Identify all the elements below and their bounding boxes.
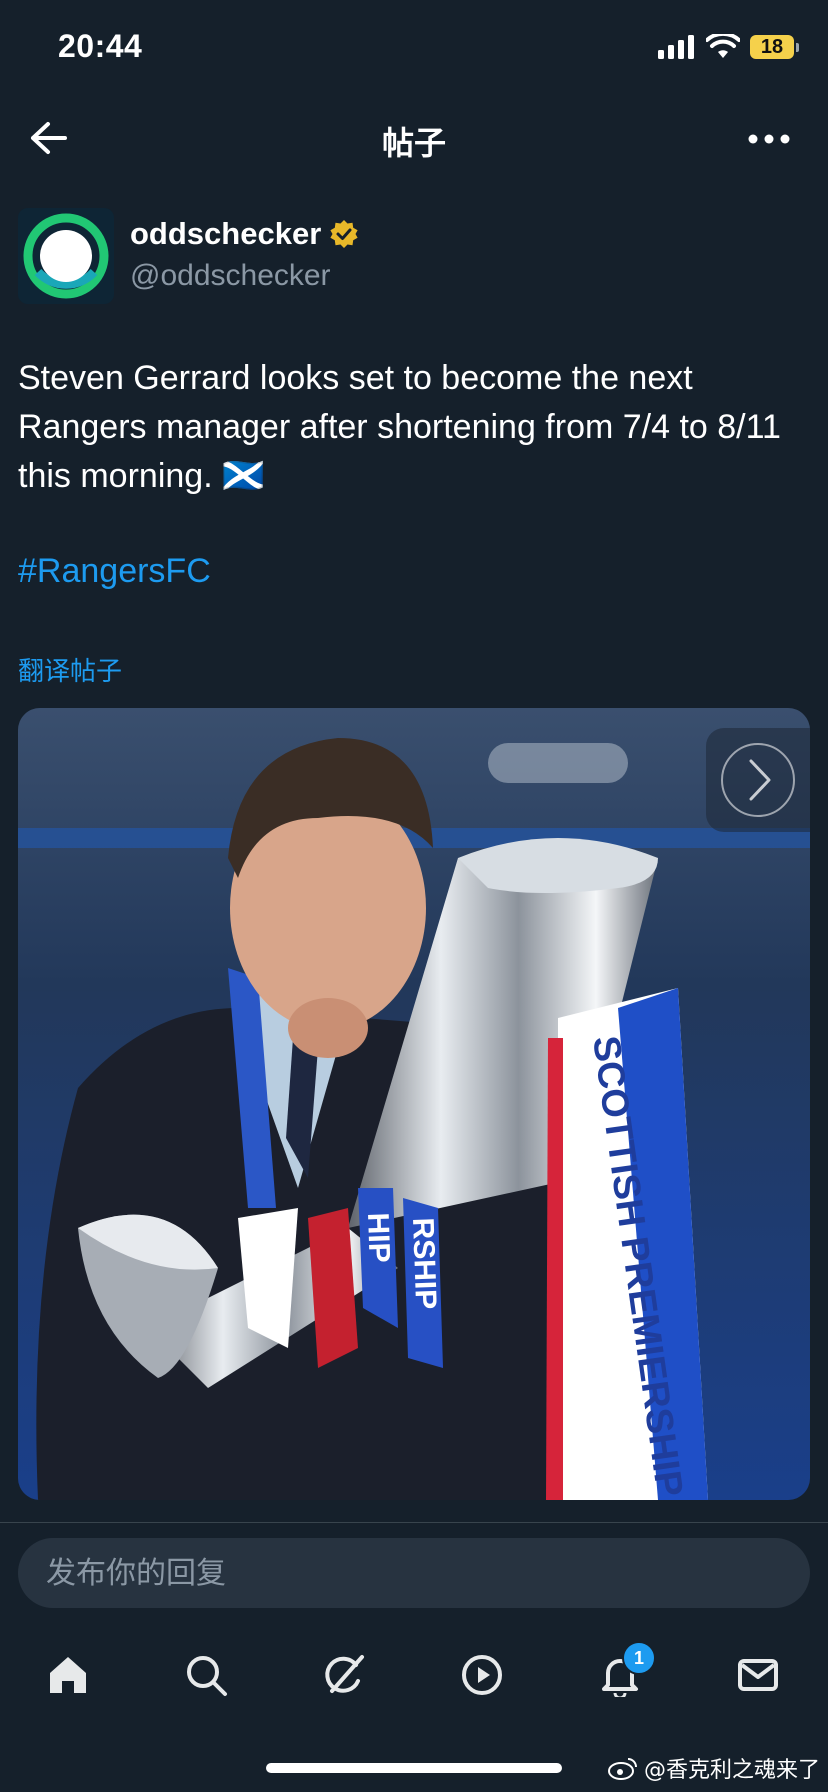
wifi-icon — [706, 34, 740, 58]
tweet-photo[interactable]: SCOTTISH PREMIERSHIP HIP RSHIP — [18, 708, 810, 1500]
notification-badge: 1 — [622, 1641, 656, 1675]
tab-notifications[interactable]: 1 — [590, 1641, 656, 1705]
translate-post-link[interactable]: 翻译帖子 — [18, 651, 122, 688]
next-image-button[interactable] — [706, 728, 810, 832]
home-icon — [50, 1657, 86, 1693]
avatar[interactable] — [18, 208, 114, 304]
watermark: @香克利之魂来了 — [607, 1752, 820, 1784]
grok-icon — [325, 1655, 364, 1693]
search-icon — [187, 1656, 227, 1696]
tab-grok[interactable] — [314, 1645, 374, 1705]
author-handle[interactable]: @oddschecker — [130, 259, 331, 293]
status-icons: 18 — [658, 34, 799, 60]
tweet-text: Steven Gerrard looks set to become the n… — [18, 359, 781, 495]
reply-input[interactable] — [44, 1554, 788, 1592]
tab-messages[interactable] — [728, 1645, 788, 1705]
status-time: 20:44 — [58, 28, 143, 64]
photo-illustration: SCOTTISH PREMIERSHIP HIP RSHIP — [18, 708, 810, 1500]
tab-home[interactable] — [38, 1645, 98, 1705]
video-icon — [462, 1655, 502, 1695]
reply-box[interactable] — [18, 1538, 810, 1608]
banner-text-3: RSHIP — [406, 1217, 442, 1310]
page-title: 帖子 — [381, 125, 446, 161]
tab-search[interactable] — [176, 1645, 236, 1705]
more-horizontal-icon[interactable] — [748, 130, 790, 148]
verified-badge-icon — [330, 220, 358, 248]
hashtag-link[interactable]: #RangersFC — [18, 552, 211, 591]
banner-text-2: HIP — [361, 1212, 396, 1263]
divider — [0, 1522, 828, 1523]
cellular-signal-icon — [658, 35, 694, 59]
author-display-name[interactable]: oddschecker — [130, 216, 359, 252]
tab-video[interactable] — [452, 1645, 512, 1705]
battery-indicator: 18 — [750, 35, 799, 59]
watermark-text: @香克利之魂来了 — [643, 1758, 820, 1783]
messages-icon — [738, 1659, 778, 1691]
oddschecker-logo-icon — [18, 208, 114, 304]
author-name-text: oddschecker — [130, 216, 322, 251]
weibo-logo-icon — [607, 1758, 637, 1780]
home-indicator[interactable] — [266, 1763, 562, 1773]
chevron-right-icon — [721, 743, 795, 817]
